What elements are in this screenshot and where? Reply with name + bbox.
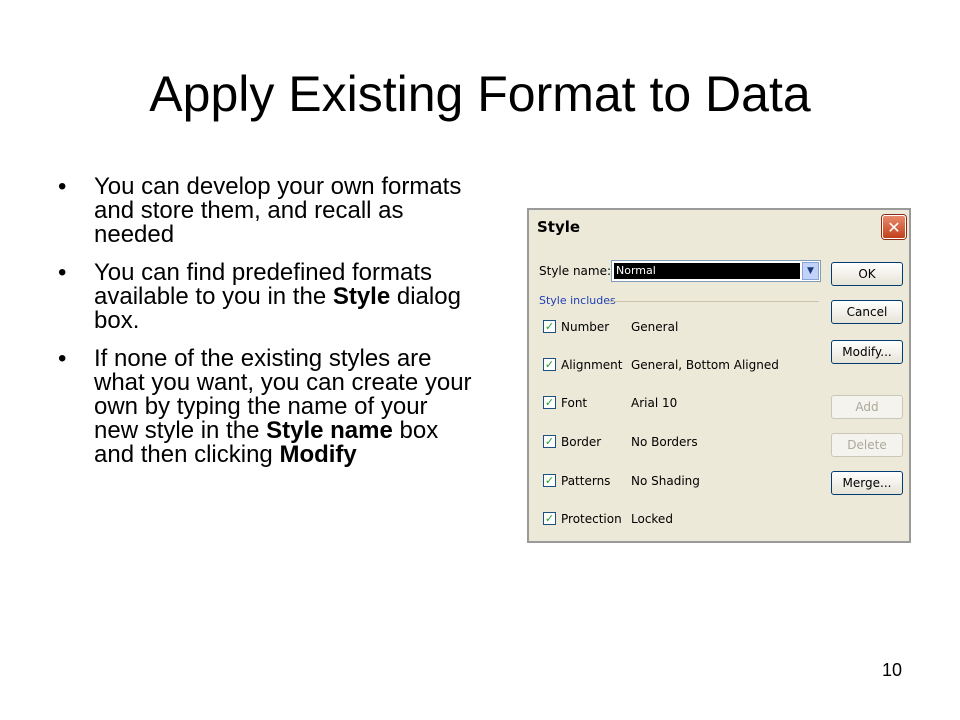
bullet-item: You can develop your own formats and sto…: [58, 175, 478, 247]
cancel-button[interactable]: Cancel: [831, 300, 903, 324]
number-checkbox[interactable]: ✓: [543, 320, 556, 333]
style-name-combobox[interactable]: Normal ▼: [611, 260, 821, 282]
modify-button[interactable]: Modify...: [831, 340, 903, 364]
font-checkbox[interactable]: ✓: [543, 396, 556, 409]
close-icon: ✕: [887, 218, 901, 237]
page-number: 10: [881, 660, 902, 680]
merge-button[interactable]: Merge...: [831, 471, 903, 495]
delete-button[interactable]: Delete: [831, 433, 903, 457]
include-value: No Borders: [631, 435, 698, 449]
style-includes-label: Style includes: [539, 294, 616, 307]
bullet-item: You can find predefined formats availabl…: [58, 261, 478, 333]
patterns-checkbox[interactable]: ✓: [543, 474, 556, 487]
dialog-title: Style: [537, 218, 581, 236]
bullet-bold-text: Style: [332, 283, 391, 310]
chevron-down-icon[interactable]: ▼: [802, 262, 819, 280]
include-value: Locked: [631, 512, 673, 526]
bullet-item: If none of the existing styles are what …: [58, 347, 478, 467]
slide-title: Apply Existing Format to Data: [149, 66, 811, 122]
group-divider: [607, 301, 819, 302]
include-value: No Shading: [631, 474, 700, 488]
style-name-input[interactable]: Normal: [614, 263, 800, 279]
close-button[interactable]: ✕: [882, 215, 906, 239]
dialog-titlebar[interactable]: Style ✕: [529, 210, 909, 246]
include-label: Patterns: [561, 474, 611, 488]
include-label: Border: [561, 435, 602, 449]
alignment-checkbox[interactable]: ✓: [543, 358, 556, 371]
ok-button[interactable]: OK: [831, 262, 903, 286]
include-value: General, Bottom Aligned: [631, 358, 779, 372]
style-dialog: Style ✕ Style name: Normal ▼ Style inclu…: [527, 208, 911, 543]
bullet-bold-text: Modify: [279, 441, 357, 468]
include-label: Font: [561, 396, 588, 410]
style-name-label: Style name:: [539, 264, 612, 278]
include-label: Protection: [561, 512, 622, 526]
bullet-list: You can develop your own formats and sto…: [58, 175, 478, 481]
include-label: Number: [561, 320, 610, 334]
bullet-bold-text: Style name: [266, 417, 393, 444]
protection-checkbox[interactable]: ✓: [543, 512, 556, 525]
include-label: Alignment: [561, 358, 623, 372]
include-value: General: [631, 320, 679, 334]
bullet-text: You can develop your own formats and sto…: [94, 173, 462, 248]
add-button[interactable]: Add: [831, 395, 903, 419]
include-value: Arial 10: [631, 396, 678, 410]
border-checkbox[interactable]: ✓: [543, 435, 556, 448]
